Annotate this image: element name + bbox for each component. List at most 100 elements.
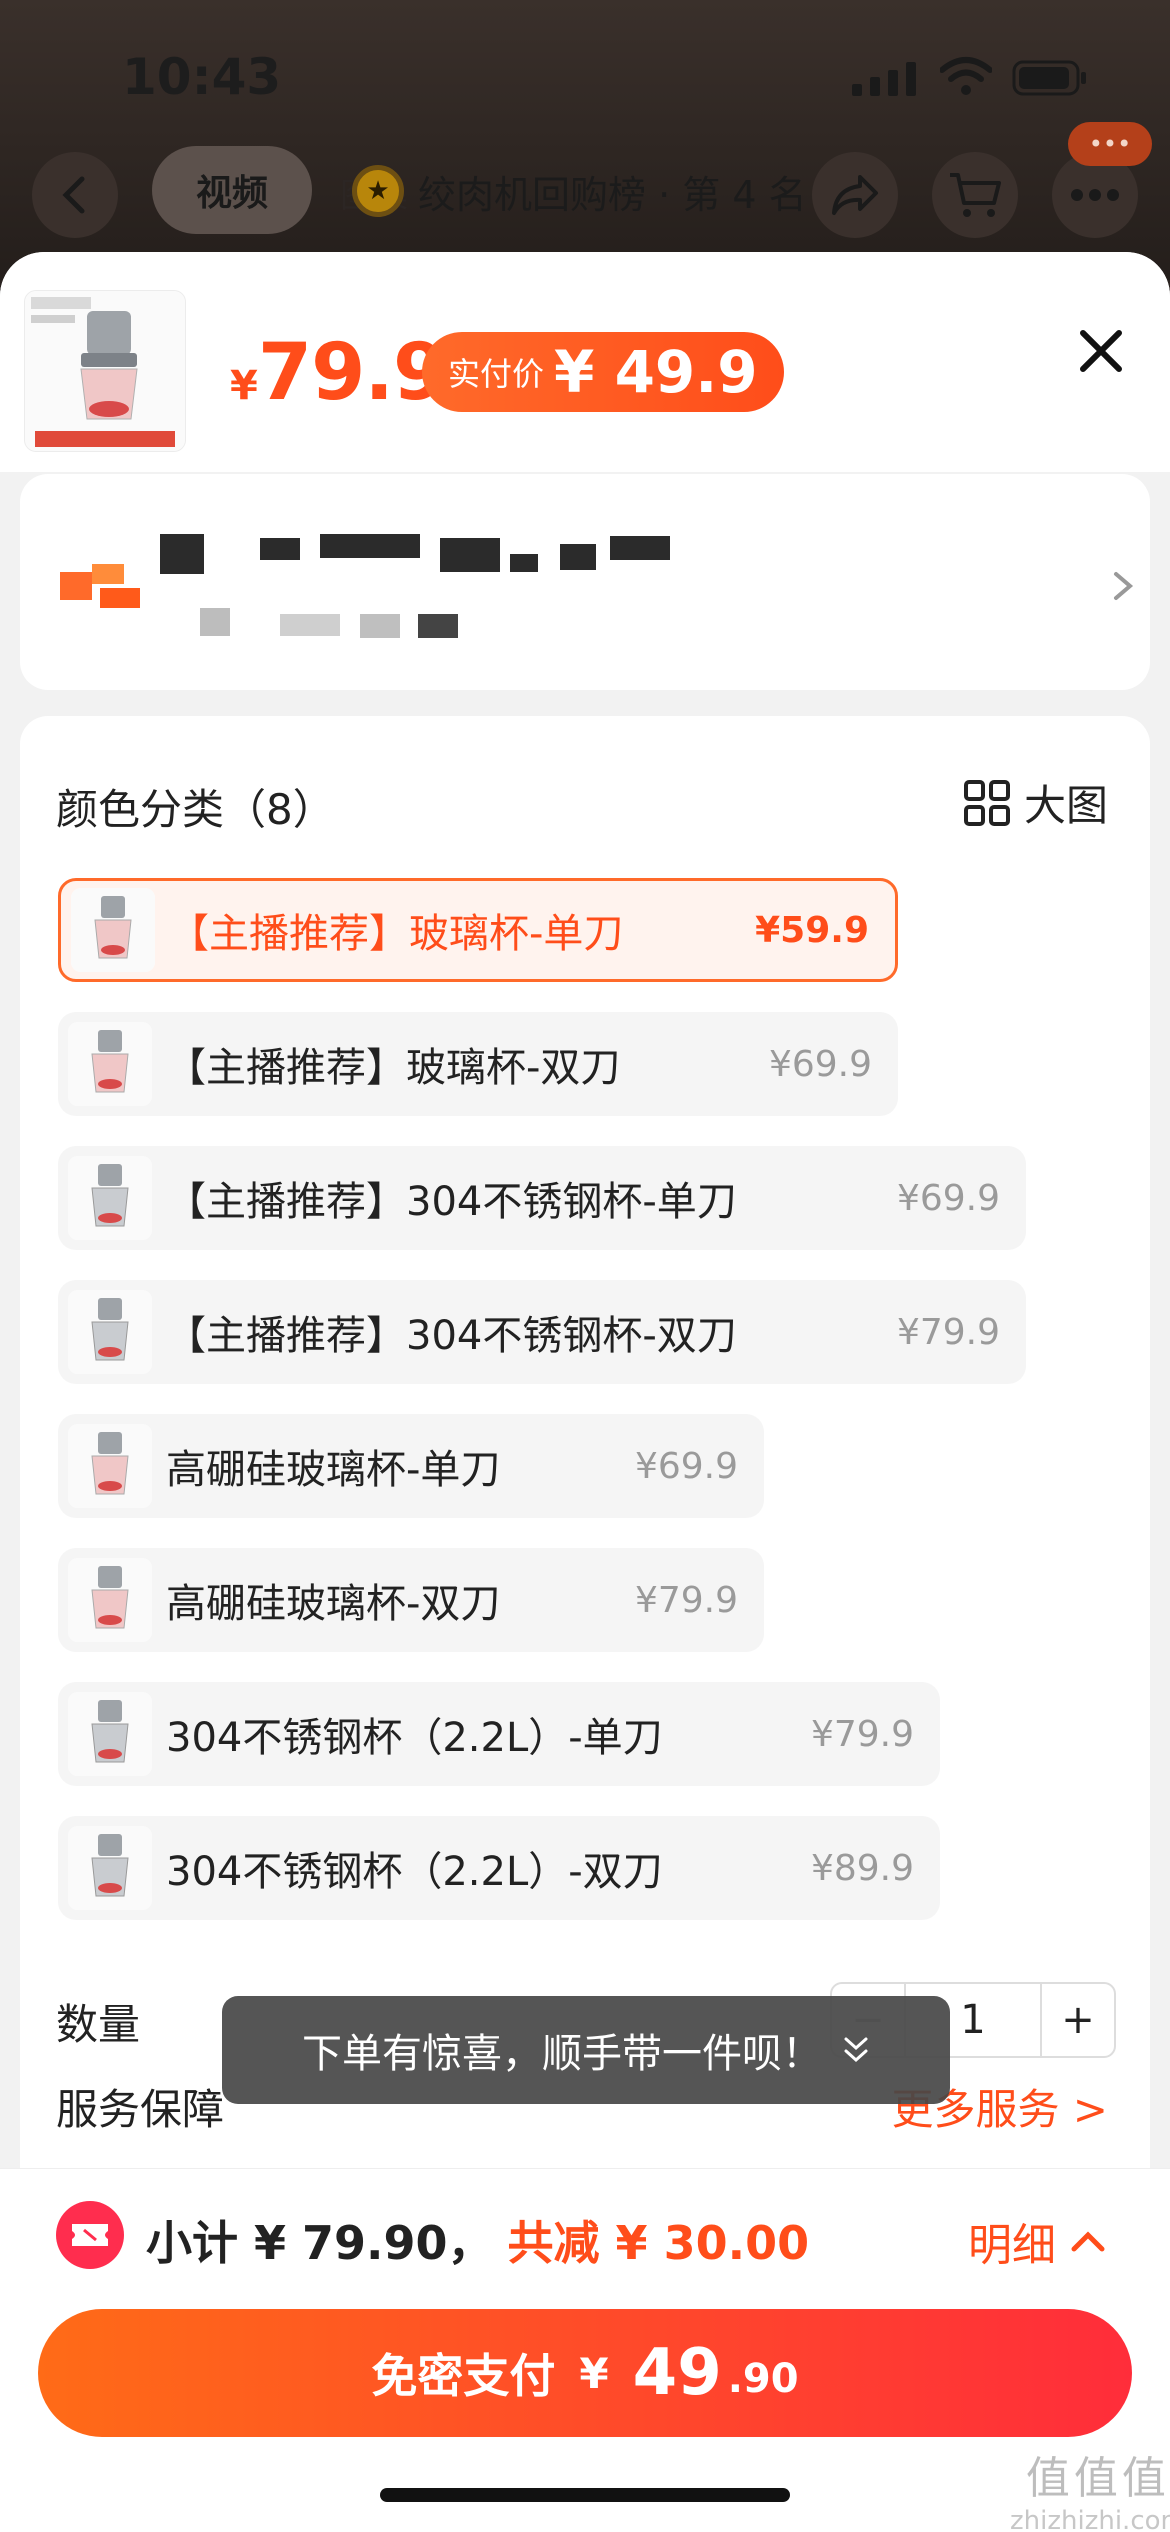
- sku-thumbnail: [68, 1424, 152, 1508]
- close-button[interactable]: [1066, 316, 1136, 386]
- sku-option[interactable]: 高硼硅玻璃杯-单刀 ¥69.9: [58, 1414, 764, 1518]
- product-thumbnail[interactable]: [24, 290, 186, 452]
- crown-icon: ★: [352, 165, 404, 217]
- quantity-label: 数量: [56, 2000, 141, 2049]
- big-image-label: 大图: [1024, 781, 1109, 830]
- share-icon: [832, 175, 878, 215]
- back-button[interactable]: [32, 152, 118, 238]
- sku-thumbnail: [68, 1558, 152, 1642]
- home-indicator[interactable]: [380, 2488, 790, 2502]
- redacted-text: [418, 614, 458, 638]
- chevron-left-icon: [62, 176, 85, 214]
- sku-name: 高硼硅玻璃杯-单刀: [166, 1447, 501, 1493]
- sku-option[interactable]: 【主播推荐】玻璃杯-双刀 ¥69.9: [58, 1012, 898, 1116]
- paid-price-label: 实付价: [448, 355, 545, 393]
- sheet-header: ¥79.9 实付价 ¥ 49.9: [0, 252, 1170, 472]
- sku-name: 304不锈钢杯（2.2L）-双刀: [166, 1849, 663, 1895]
- color-category-title: 颜色分类（8）: [56, 785, 335, 834]
- original-price: ¥79.9: [230, 328, 447, 418]
- toast-text: 下单有惊喜，顺手带一件呗！: [302, 2031, 822, 2077]
- redacted-text: [610, 536, 670, 560]
- sku-name: 【主播推荐】玻璃杯-双刀: [166, 1045, 621, 1091]
- discount-text: 共减 ¥ 30.00: [507, 2216, 810, 2270]
- redacted-text: [440, 538, 500, 572]
- redacted-text: [560, 544, 596, 570]
- status-time: 10:43: [122, 48, 282, 106]
- watermark-logo: 值值值: [1025, 2453, 1170, 2504]
- wifi-icon: [940, 57, 992, 95]
- big-image-toggle[interactable]: 大图: [964, 772, 1108, 833]
- sku-thumbnail: [68, 1290, 152, 1374]
- subtotal-text: 小计 ¥ 79.90，: [146, 2216, 494, 2270]
- pay-amount-decimal: .90: [727, 2356, 799, 2402]
- redacted-text: [260, 538, 300, 560]
- redacted-text: [360, 614, 400, 638]
- watermark-url: zhizhizhi.com: [1010, 2506, 1170, 2532]
- pay-button[interactable]: 免密支付 ¥ 49 .90: [38, 2309, 1132, 2437]
- battery-icon: [1012, 60, 1086, 96]
- share-button[interactable]: [812, 152, 898, 238]
- sku-price: ¥69.9: [768, 1043, 872, 1085]
- meat-grinder-image: [25, 291, 185, 451]
- sku-option[interactable]: 304不锈钢杯（2.2L）-单刀 ¥79.9: [58, 1682, 940, 1786]
- sku-option[interactable]: 【主播推荐】304不锈钢杯-单刀 ¥69.9: [58, 1146, 1026, 1250]
- increase-button[interactable]: +: [1040, 1984, 1114, 2056]
- service-label: 服务保障: [56, 2085, 225, 2134]
- sku-price: ¥89.9: [810, 1847, 914, 1889]
- sku-option[interactable]: 高硼硅玻璃杯-双刀 ¥79.9: [58, 1548, 764, 1652]
- sku-name: 304不锈钢杯（2.2L）-单刀: [166, 1715, 663, 1761]
- subtotal-line: 小计 ¥ 79.90， 共减 ¥ 30.00: [146, 2207, 809, 2273]
- coupon-icon: [56, 2201, 124, 2269]
- close-icon: [1080, 330, 1122, 372]
- sku-name: 【主播推荐】304不锈钢杯-双刀: [166, 1313, 737, 1359]
- cellular-signal-icon: [852, 62, 916, 96]
- address-card[interactable]: [20, 474, 1150, 690]
- redacted-text: [160, 534, 204, 574]
- sku-price: ¥79.9: [634, 1579, 738, 1621]
- sku-thumbnail: [68, 1156, 152, 1240]
- sku-thumbnail: [68, 1692, 152, 1776]
- sku-price: ¥69.9: [634, 1445, 738, 1487]
- sku-option[interactable]: 304不锈钢杯（2.2L）-双刀 ¥89.9: [58, 1816, 940, 1920]
- paid-price-value: ¥ 49.9: [554, 338, 758, 406]
- pay-amount-integer: 49: [632, 2336, 722, 2410]
- grid-icon: [964, 779, 1010, 826]
- sku-option[interactable]: 【主播推荐】玻璃杯-单刀 ¥59.9: [58, 878, 898, 982]
- redacted-text: [320, 534, 420, 558]
- watermark: 值值值 zhizhizhi.com: [1010, 2442, 1170, 2532]
- checkout-bar: 小计 ¥ 79.90， 共减 ¥ 30.00 明细 免密支付 ¥ 49 .90: [0, 2168, 1170, 2532]
- pay-currency: ¥: [579, 2348, 609, 2398]
- detail-toggle[interactable]: 明细: [968, 2209, 1106, 2273]
- chevron-right-icon: [1114, 572, 1134, 600]
- sku-price: ¥59.9: [755, 909, 869, 951]
- redacted-text: [510, 554, 538, 572]
- sku-thumbnail: [68, 1022, 152, 1106]
- double-chevron-down-icon: [844, 2037, 868, 2063]
- sku-name: 高硼硅玻璃杯-双刀: [166, 1581, 501, 1627]
- more-dots-icon: [1071, 189, 1119, 201]
- sku-thumbnail: [68, 1826, 152, 1910]
- promo-toast[interactable]: 下单有惊喜，顺手带一件呗！: [222, 1996, 950, 2104]
- detail-label: 明细: [968, 2220, 1056, 2271]
- rank-banner[interactable]: ★ 绞肉机回购榜 · 第 4 名: [352, 146, 807, 236]
- redacted-text: [200, 608, 230, 636]
- sku-price: ¥69.9: [896, 1177, 1000, 1219]
- sku-name: 【主播推荐】304不锈钢杯-单刀: [166, 1179, 737, 1225]
- more-badge: •••: [1068, 122, 1152, 166]
- sku-option[interactable]: 【主播推荐】304不锈钢杯-双刀 ¥79.9: [58, 1280, 1026, 1384]
- sku-thumbnail: [71, 888, 155, 972]
- sku-price: ¥79.9: [896, 1311, 1000, 1353]
- rank-text: 绞肉机回购榜 · 第 4 名: [418, 172, 807, 217]
- pay-label: 免密支付: [371, 2349, 556, 2403]
- cart-button[interactable]: [932, 152, 1018, 238]
- cart-icon: [950, 173, 1001, 217]
- redacted-text: [280, 614, 340, 636]
- currency-symbol: ¥: [230, 363, 258, 409]
- sku-name: 【主播推荐】玻璃杯-单刀: [169, 911, 624, 957]
- chevron-up-icon: [1071, 2231, 1105, 2252]
- sku-price: ¥79.9: [810, 1713, 914, 1755]
- tab-video[interactable]: 视频: [152, 146, 312, 234]
- paid-price-badge: 实付价 ¥ 49.9: [422, 332, 784, 412]
- location-logo-icon: [60, 564, 140, 608]
- status-bar: 10:43: [0, 0, 1170, 150]
